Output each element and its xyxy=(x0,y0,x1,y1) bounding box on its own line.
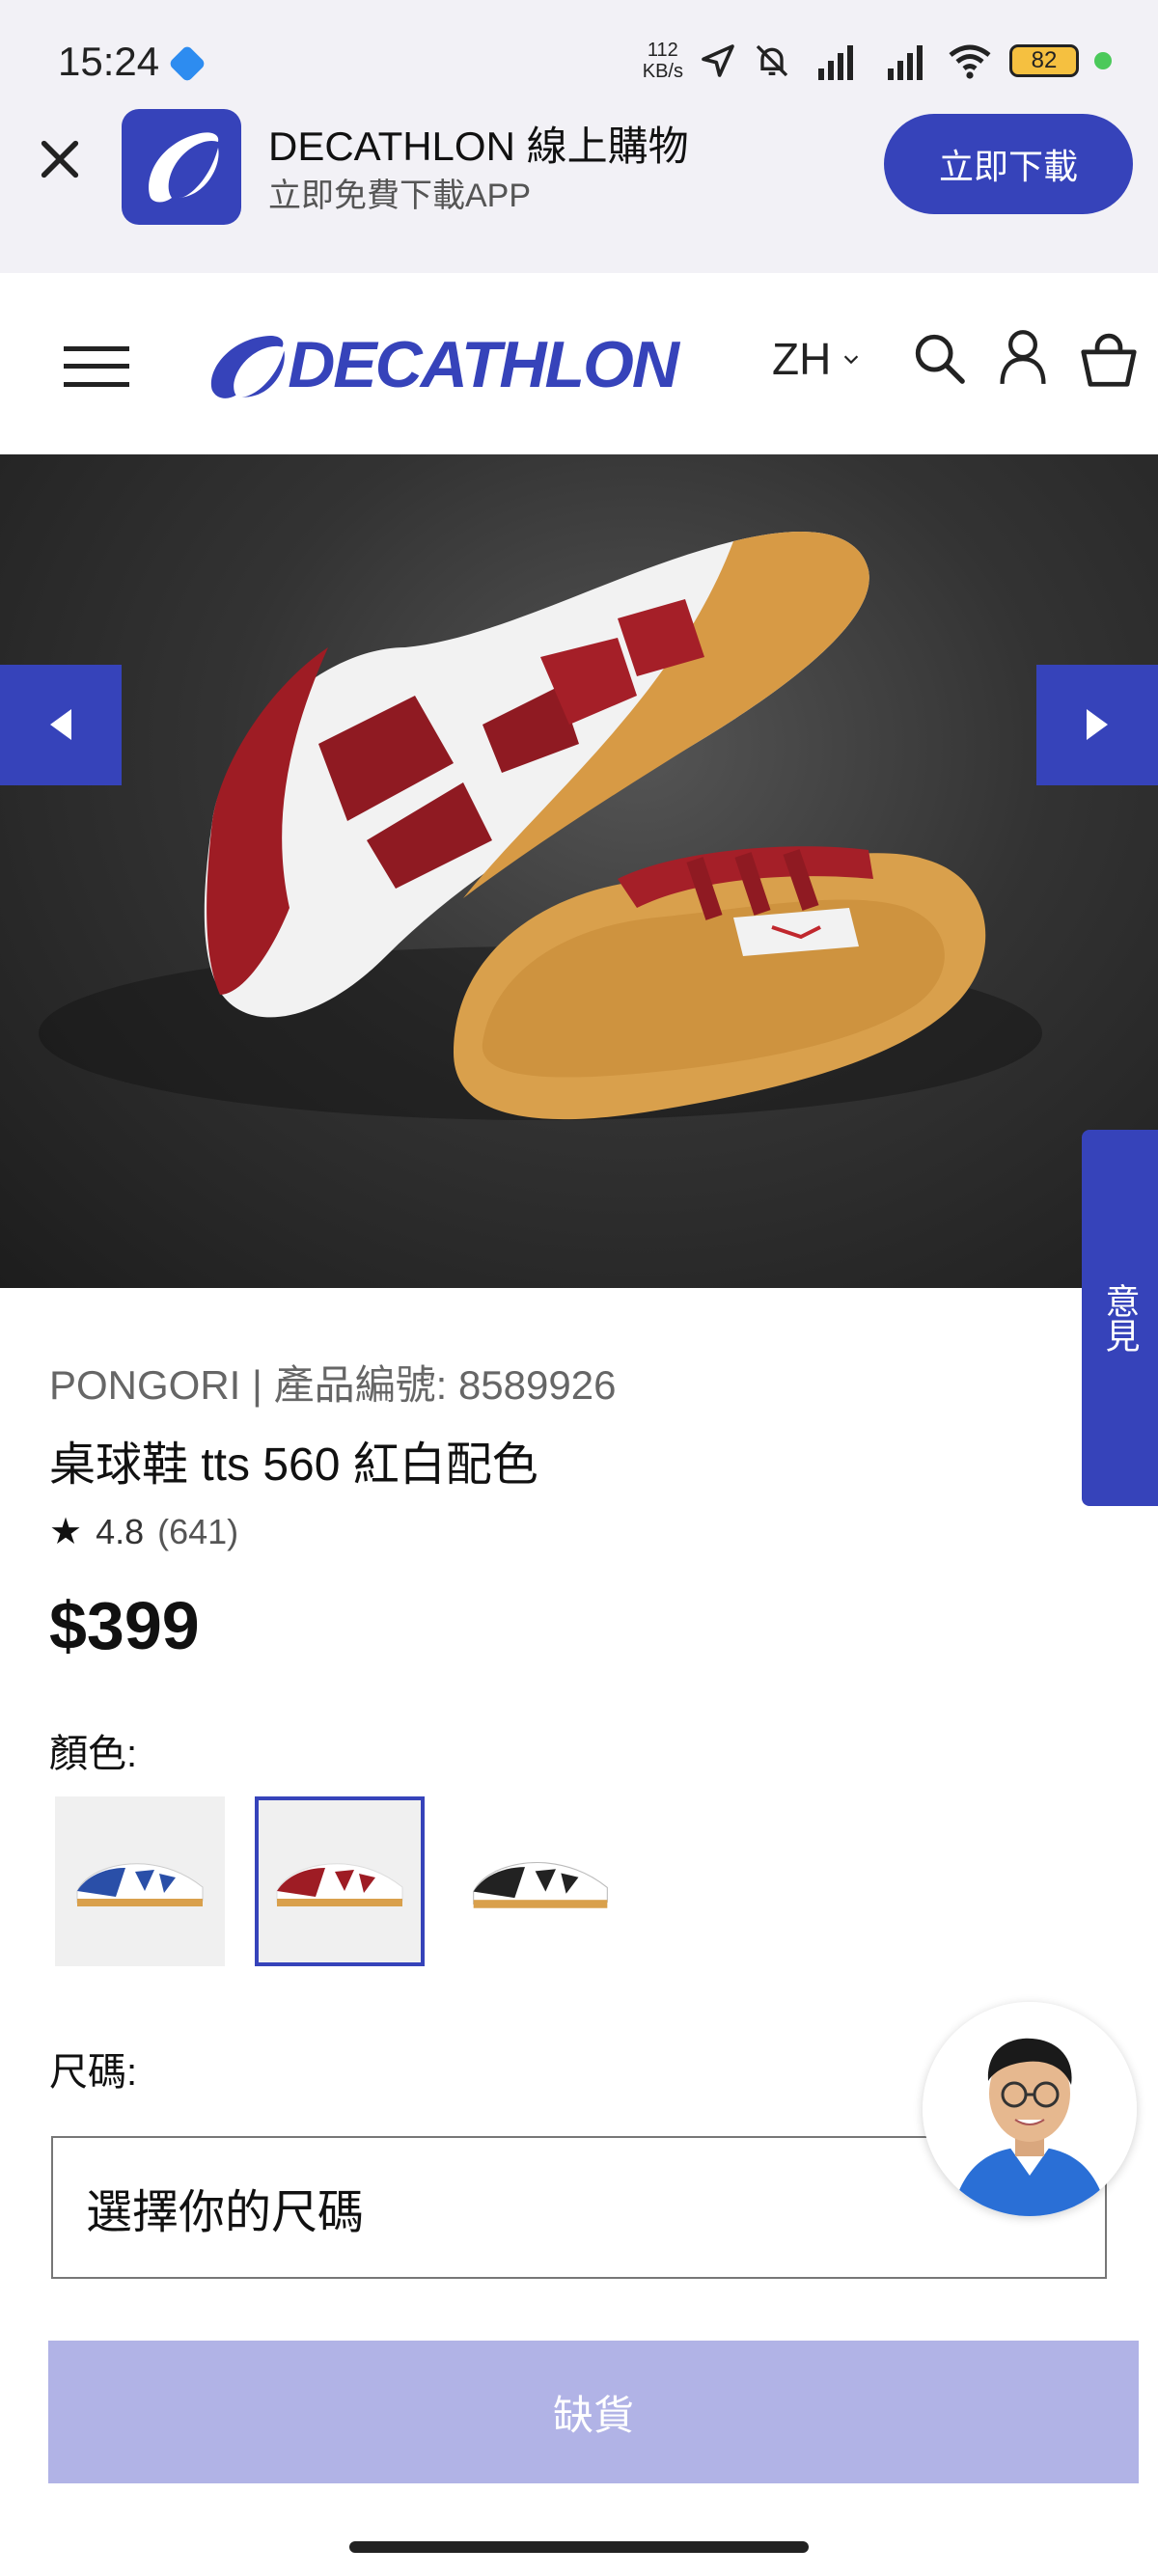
assistant-avatar-icon xyxy=(923,2002,1137,2216)
shoe-thumbnail-red xyxy=(276,1863,403,1906)
home-indicator[interactable] xyxy=(349,2541,809,2553)
signal-icon xyxy=(888,45,923,80)
download-app-button[interactable]: 立即下載 xyxy=(884,114,1133,214)
color-swatch-black-white[interactable] xyxy=(455,1796,625,1966)
color-swatch-blue-white[interactable] xyxy=(55,1796,225,1966)
language-selector[interactable]: ZH xyxy=(772,333,862,385)
brand-name: DECATHLON xyxy=(288,328,679,401)
out-of-stock-button[interactable]: 缺貨 xyxy=(48,2341,1139,2483)
product-image xyxy=(0,454,1158,1288)
banner-subtitle: 立即免費下載APP xyxy=(268,178,532,214)
language-label: ZH xyxy=(772,334,832,384)
feedback-label: 意見 xyxy=(1100,1283,1141,1353)
menu-icon[interactable] xyxy=(64,344,129,389)
location-icon xyxy=(702,44,734,77)
rating-value: 4.8 xyxy=(96,1511,145,1551)
arrow-right-icon xyxy=(1087,709,1108,740)
chat-assistant-button[interactable] xyxy=(923,2002,1137,2216)
signal-hd-icon xyxy=(818,45,853,80)
status-icons: 112 KB/s 82 xyxy=(643,37,1112,85)
network-speed: 112 KB/s xyxy=(642,40,683,82)
carousel-prev-button[interactable] xyxy=(0,665,122,785)
color-label: 顏色: xyxy=(49,1733,138,1775)
chevron-down-icon xyxy=(844,355,859,365)
size-label: 尺碼: xyxy=(49,2051,138,2094)
color-swatch-red-white[interactable] xyxy=(255,1796,425,1966)
shoe-thumbnail-blue xyxy=(76,1863,204,1906)
star-icon: ★ xyxy=(49,1512,83,1552)
cart-icon[interactable] xyxy=(1079,330,1139,388)
product-brand-and-id: PONGORI | 產品編號: 8589926 xyxy=(49,1362,617,1408)
mute-bell-icon xyxy=(756,44,788,77)
status-time: 15:24 xyxy=(58,39,160,84)
privacy-dot xyxy=(1094,52,1112,69)
review-count: (641) xyxy=(157,1511,239,1551)
search-icon[interactable] xyxy=(911,330,967,386)
feedback-tab[interactable]: 意見 xyxy=(1082,1130,1158,1506)
product-title: 桌球鞋 tts 560 紅白配色 xyxy=(49,1439,538,1491)
product-price: $399 xyxy=(49,1588,200,1663)
battery-indicator: 82 xyxy=(1009,44,1079,77)
shoe-illustration xyxy=(39,532,1042,1120)
banner-title: DECATHLON 線上購物 xyxy=(268,123,689,169)
close-icon[interactable] xyxy=(33,132,87,186)
arrow-left-icon xyxy=(50,709,71,740)
account-icon[interactable] xyxy=(998,328,1048,386)
app-logo xyxy=(122,109,241,225)
decathlon-logo[interactable]: DECATHLON xyxy=(205,323,679,406)
shoe-thumbnail-black xyxy=(473,1862,608,1908)
product-rating[interactable]: ★ 4.8 (641) xyxy=(49,1510,238,1553)
carousel-next-button[interactable] xyxy=(1036,665,1158,785)
wifi-icon xyxy=(949,44,991,79)
size-select-value: 選擇你的尺碼 xyxy=(86,2187,365,2238)
